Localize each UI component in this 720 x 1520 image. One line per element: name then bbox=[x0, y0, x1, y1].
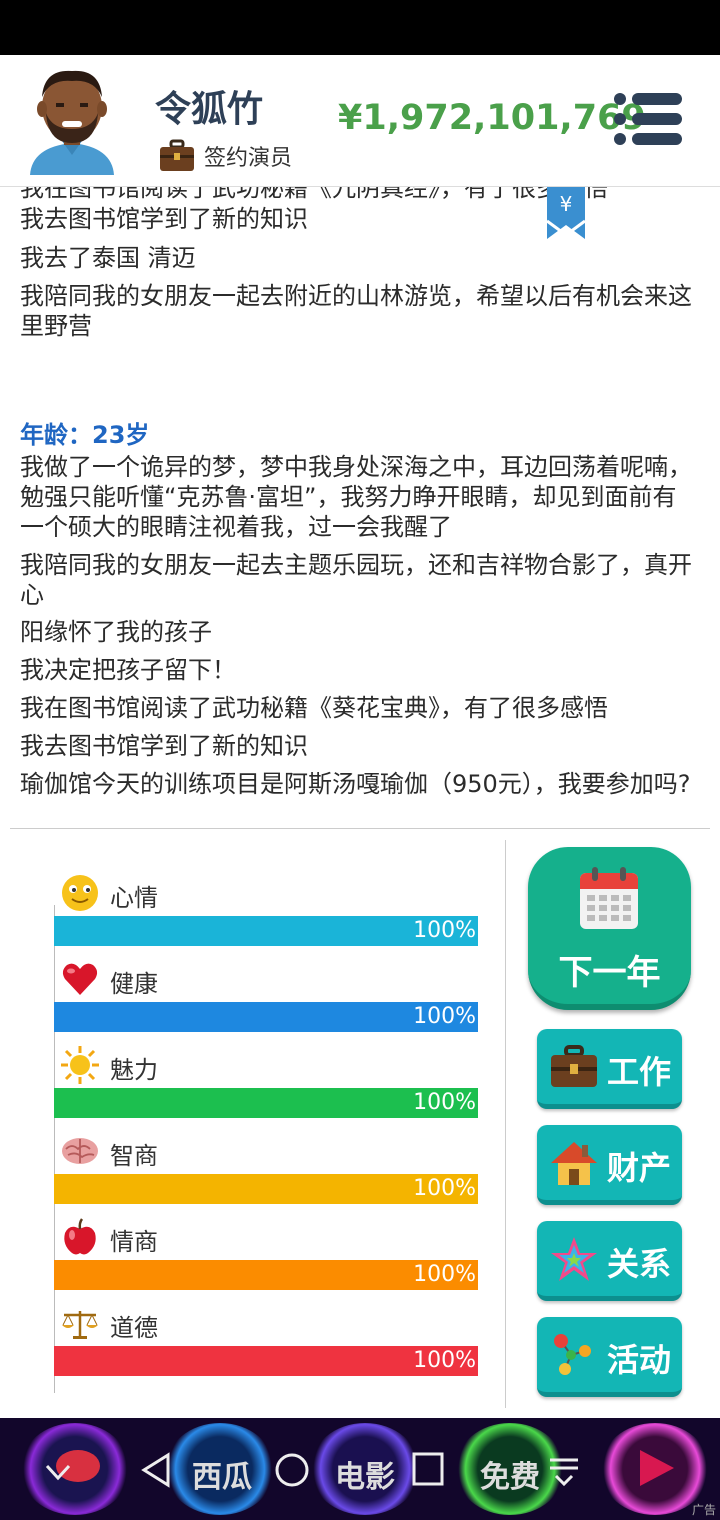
stat-label: 道德 bbox=[110, 1314, 158, 1342]
work-label: 工作 bbox=[607, 1053, 672, 1091]
log-entry: 我去了泰国 清迈 bbox=[20, 244, 196, 272]
log-entry: 我做了一个诡异的梦，梦中我身处深海之中，耳边回荡着呢喃，勉强只能听懂“克苏鲁·富… bbox=[20, 453, 692, 541]
calendar-icon bbox=[580, 867, 638, 929]
heart-icon bbox=[62, 963, 98, 995]
home-icon[interactable] bbox=[274, 1452, 310, 1488]
header: 令狐竹 签约演员 ¥1,972,101,769 bbox=[0, 55, 720, 187]
money-bookmark-icon[interactable]: ¥ bbox=[547, 187, 585, 239]
stat-value: 100% bbox=[413, 1262, 476, 1287]
stat-label: 心情 bbox=[110, 884, 158, 912]
ad-item: 西瓜 bbox=[192, 1460, 252, 1495]
log-entry: 阳缘怀了我的孩子 bbox=[20, 618, 212, 646]
ad-item: 电影 bbox=[335, 1460, 395, 1495]
stat-charm: 魅力 100% bbox=[54, 1040, 478, 1126]
stat-value: 100% bbox=[413, 1176, 476, 1201]
log-entry: 我陪同我的女朋友一起去附近的山林游览，希望以后有机会来这里野营 bbox=[20, 282, 692, 340]
smiley-icon bbox=[62, 875, 98, 911]
briefcase-icon bbox=[551, 1045, 597, 1087]
life-log[interactable]: 我在图书馆阅读了武功秘籍《九阴真经》，有了很多感悟 我去图书馆学到了新的知识 我… bbox=[0, 187, 720, 827]
stat-mood: 心情 100% bbox=[54, 868, 478, 954]
property-label: 财产 bbox=[607, 1149, 672, 1187]
relations-button[interactable]: 关系 bbox=[537, 1221, 682, 1301]
activities-button[interactable]: 活动 bbox=[537, 1317, 682, 1397]
stat-label: 魅力 bbox=[110, 1056, 158, 1084]
log-entry: 我陪同我的女朋友一起去主题乐园玩，还和吉祥物合影了，真开心 bbox=[20, 551, 692, 609]
log-entry: 瑜伽馆今天的训练项目是阿斯汤嘎瑜伽（950元），我要参加吗? bbox=[20, 770, 691, 798]
stat-value: 100% bbox=[413, 918, 476, 943]
stat-morality: 道德 100% bbox=[54, 1298, 478, 1384]
age-heading: 年龄：23岁 bbox=[20, 421, 150, 449]
molecule-icon bbox=[554, 1334, 591, 1375]
svg-text:¥: ¥ bbox=[560, 192, 573, 216]
scales-icon bbox=[62, 1311, 98, 1339]
brain-icon bbox=[62, 1138, 98, 1164]
stat-label: 健康 bbox=[110, 970, 158, 998]
stat-eq: 情商 100% bbox=[54, 1212, 478, 1298]
avatar[interactable] bbox=[22, 63, 122, 175]
log-entry: 我去图书馆学到了新的知识 bbox=[20, 205, 308, 233]
stat-value: 100% bbox=[413, 1348, 476, 1373]
log-entry-partial: 我在图书馆阅读了武功秘籍《九阴真经》，有了很多感悟 bbox=[20, 187, 608, 202]
stat-iq: 智商 100% bbox=[54, 1126, 478, 1212]
ad-banner[interactable]: 西瓜 电影 免费 广告 bbox=[0, 1418, 720, 1520]
divider bbox=[10, 828, 710, 829]
log-entry: 我在图书馆阅读了武功秘籍《葵花宝典》，有了很多感悟 bbox=[20, 694, 608, 722]
briefcase-icon bbox=[160, 139, 194, 171]
chevron-down-icon[interactable] bbox=[44, 1458, 72, 1486]
ad-label: 广告 bbox=[691, 1503, 716, 1517]
house-icon bbox=[551, 1142, 597, 1185]
log-entry: 我决定把孩子留下！ bbox=[20, 656, 236, 684]
job-row[interactable]: 签约演员 bbox=[158, 139, 292, 173]
next-year-label: 下一年 bbox=[558, 953, 661, 993]
stat-value: 100% bbox=[413, 1004, 476, 1029]
player-name: 令狐竹 bbox=[155, 89, 264, 130]
ad-item: 免费 bbox=[480, 1460, 540, 1495]
next-year-button[interactable]: 下一年 bbox=[528, 847, 691, 1010]
stat-health: 健康 100% bbox=[54, 954, 478, 1040]
property-button[interactable]: 财产 bbox=[537, 1125, 682, 1205]
job-label: 签约演员 bbox=[204, 146, 293, 171]
menu-icon[interactable] bbox=[612, 91, 684, 147]
stat-value: 100% bbox=[413, 1090, 476, 1115]
log-entry: 我去图书馆学到了新的知识 bbox=[20, 732, 308, 760]
activities-label: 活动 bbox=[607, 1341, 672, 1379]
work-button[interactable]: 工作 bbox=[537, 1029, 682, 1109]
status-bar bbox=[0, 0, 720, 55]
stat-label: 智商 bbox=[110, 1142, 158, 1170]
star-icon bbox=[551, 1237, 597, 1281]
menu-down-icon[interactable] bbox=[548, 1454, 580, 1488]
divider bbox=[505, 840, 506, 1408]
back-icon[interactable] bbox=[140, 1452, 172, 1488]
apple-icon bbox=[64, 1218, 96, 1255]
money-display: ¥1,972,101,769 bbox=[338, 98, 646, 138]
sun-icon bbox=[61, 1046, 99, 1084]
relations-label: 关系 bbox=[607, 1245, 672, 1283]
stat-label: 情商 bbox=[110, 1228, 158, 1256]
recents-icon[interactable] bbox=[412, 1452, 444, 1486]
play-icon bbox=[640, 1450, 674, 1486]
